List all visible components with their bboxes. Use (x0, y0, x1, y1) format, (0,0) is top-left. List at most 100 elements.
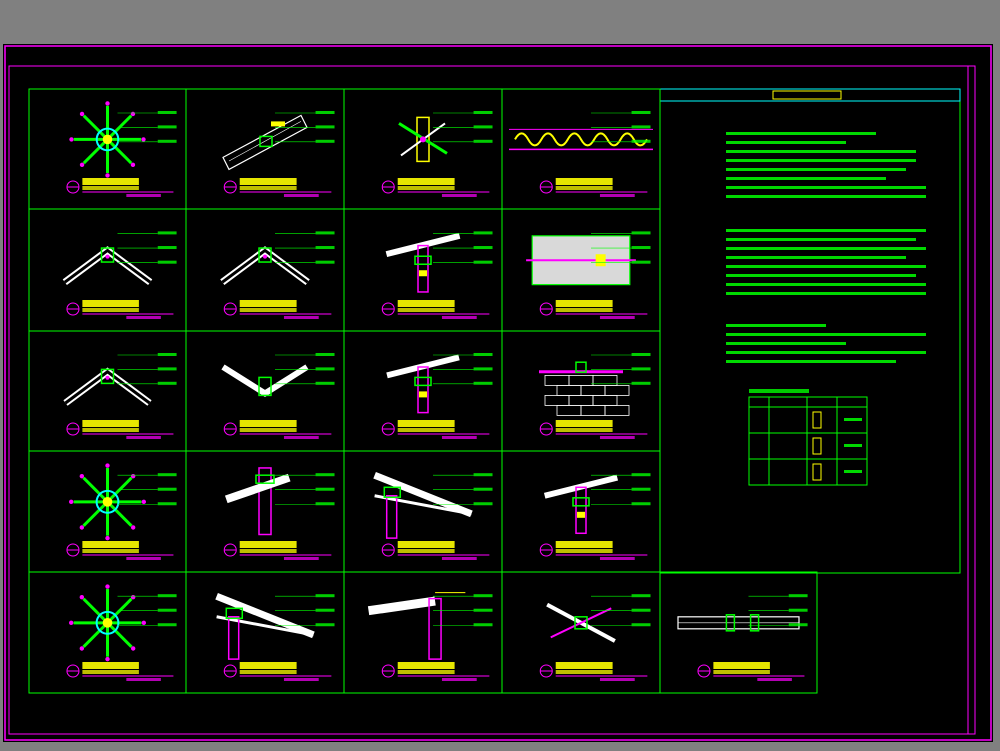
cad-viewport[interactable] (0, 0, 1000, 751)
leader-label (788, 594, 808, 598)
detail-drawing (4, 45, 992, 741)
brick (580, 384, 606, 396)
leader-label (315, 260, 335, 264)
detail-title-bar (397, 178, 455, 185)
bolt (105, 656, 110, 662)
detail-scale-bar (283, 194, 319, 197)
leader-label (315, 111, 335, 114)
general-notes (659, 88, 961, 574)
schedule-note-bar (844, 444, 862, 447)
detail-subtitle-bar (397, 428, 455, 432)
detail-subtitle-bar (713, 670, 770, 674)
post (227, 616, 240, 660)
member (106, 500, 133, 527)
leader-label (473, 608, 493, 612)
member (82, 138, 109, 165)
leader-label (473, 353, 493, 356)
detail-subtitle-bar (239, 428, 297, 432)
detail-title-bar (397, 420, 455, 427)
member (82, 500, 109, 527)
detail-frame (28, 208, 187, 332)
schedule-cell (806, 458, 838, 486)
note-line (726, 186, 926, 189)
brick (544, 394, 570, 406)
detail-frame (185, 208, 345, 332)
member (106, 138, 133, 165)
bolt (69, 620, 74, 626)
leader-label (473, 367, 493, 371)
bolt (130, 525, 136, 530)
detail-d15 (343, 450, 503, 573)
leader-label (157, 125, 177, 129)
brick (592, 394, 618, 406)
note-line (726, 195, 926, 198)
detail-title-bar (555, 662, 613, 669)
top-chord (215, 592, 315, 639)
detail-subtitle-bar (82, 670, 139, 674)
detail-subtitle-bar (555, 670, 613, 674)
schedule-header-cell (768, 396, 808, 408)
detail-title-bar (239, 300, 297, 307)
leader-label (315, 502, 335, 506)
detail-d3 (343, 88, 503, 210)
brick (604, 384, 630, 396)
detail-subtitle-bar (239, 670, 297, 674)
anchor (419, 270, 427, 277)
brick (580, 404, 606, 416)
leader-label (157, 381, 177, 385)
schedule-cell (768, 432, 808, 460)
schedule-cell (748, 432, 770, 460)
detail-title-bar (555, 541, 613, 548)
detail-d12 (501, 330, 661, 452)
detail-d10 (185, 330, 345, 452)
anchor (577, 511, 585, 518)
note-line (726, 177, 886, 180)
leader-label (631, 608, 651, 612)
detail-frame (185, 571, 345, 694)
leader-label (157, 608, 177, 612)
leader-label (631, 594, 651, 598)
detail-frame (659, 571, 818, 694)
detail-subtitle-bar (239, 308, 297, 312)
note-line (726, 342, 846, 345)
post (417, 244, 429, 293)
leader-label (631, 367, 651, 371)
detail-scale-bar (126, 557, 161, 560)
brick (568, 394, 594, 406)
detail-frame (185, 88, 345, 210)
schedule-section-icon (812, 437, 822, 455)
detail-d5 (28, 208, 187, 332)
detail-scale-bar (283, 678, 319, 681)
detail-scale-bar (126, 678, 161, 681)
detail-scale-bar (126, 436, 161, 439)
member (106, 621, 133, 648)
detail-title-bar (239, 178, 297, 185)
detail-scale-bar (126, 194, 161, 197)
detail-d2 (185, 88, 345, 210)
leader-label (157, 260, 177, 264)
detail-frame (28, 330, 187, 452)
bolt (79, 111, 85, 117)
rafters (221, 364, 309, 397)
leader-label (315, 125, 335, 129)
note-line (726, 274, 916, 277)
bolt (105, 101, 110, 106)
detail-title-bar (555, 178, 613, 185)
detail-scale-bar (599, 678, 635, 681)
detail-title-bar (82, 541, 139, 548)
leader-label (157, 502, 177, 506)
bolt (130, 473, 136, 479)
schedule-cell (806, 432, 838, 460)
leader-label (631, 260, 651, 264)
detail-subtitle-bar (82, 308, 139, 312)
bolt (130, 111, 136, 117)
leader-label (473, 623, 493, 627)
hub-core (102, 134, 113, 145)
leader-label (315, 473, 335, 477)
member (82, 476, 109, 503)
detail-d16 (501, 450, 661, 573)
leader-label (157, 473, 177, 477)
detail-d13 (28, 450, 187, 573)
schedule-section-icon (812, 463, 822, 481)
bolt (420, 136, 426, 143)
